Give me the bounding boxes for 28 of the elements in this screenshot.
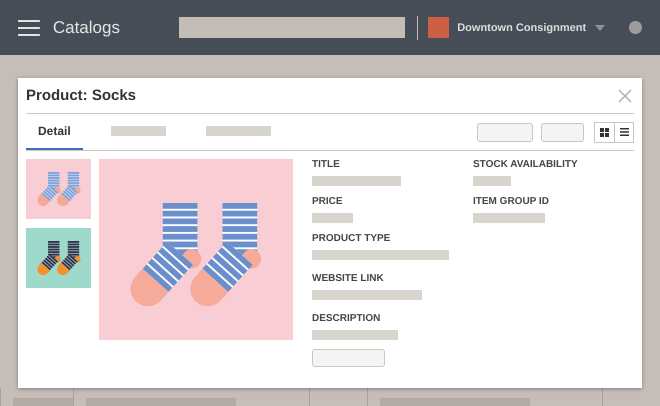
avatar-icon[interactable]	[629, 21, 642, 34]
field-label: DESCRIPTION	[312, 313, 382, 324]
field-label: STOCK AVAILABILITY	[473, 159, 579, 170]
thumbnail[interactable]	[26, 159, 91, 219]
list-icon	[620, 128, 628, 136]
thumbnail[interactable]	[26, 228, 91, 288]
field-button[interactable]	[312, 349, 385, 367]
field-label: TITLE	[312, 159, 341, 170]
grid-icon	[600, 128, 609, 136]
socks-drawing	[36, 240, 80, 276]
field-label: ITEM GROUP ID	[473, 196, 550, 207]
close-icon[interactable]	[618, 88, 632, 102]
field-label: WEBSITE LINK	[312, 273, 385, 284]
menu-icon[interactable]	[18, 20, 40, 36]
field-label: PRODUCT TYPE	[312, 233, 392, 244]
placeholder-bar	[473, 176, 511, 186]
dialog-title: Product: Socks	[26, 87, 136, 104]
placeholder-bar	[312, 213, 353, 223]
search-field[interactable]	[178, 17, 406, 38]
socks-drawing	[36, 172, 80, 206]
app-title: Catalogs	[52, 18, 121, 38]
store-name[interactable]: Downtown Consignment	[457, 22, 586, 34]
placeholder-bar	[473, 213, 545, 223]
field-label: PRICE	[312, 196, 344, 207]
toolbar-button[interactable]	[477, 122, 533, 142]
tab[interactable]: Detail	[26, 114, 83, 150]
caret-icon[interactable]	[595, 24, 606, 30]
toolbar-button[interactable]	[541, 122, 584, 142]
